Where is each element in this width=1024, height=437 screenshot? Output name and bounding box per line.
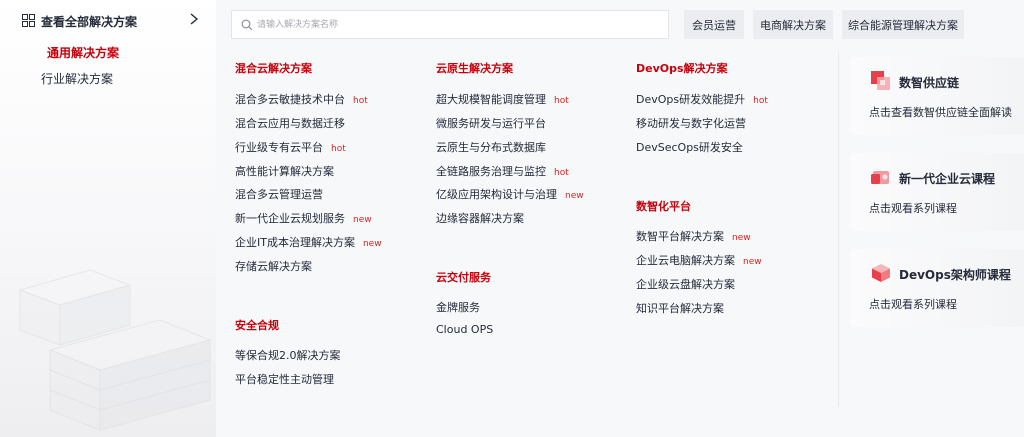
link-label: 存储云解决方案 bbox=[235, 260, 312, 273]
link-devops-2[interactable]: 移动研发与数字化运营 bbox=[636, 115, 746, 131]
link-label: 亿级应用架构设计与治理 bbox=[436, 188, 557, 201]
link-label: 知识平台解决方案 bbox=[636, 302, 724, 315]
link-cloudnative-2[interactable]: 微服务研发与运行平台 bbox=[436, 115, 546, 131]
link-label: 微服务研发与运行平台 bbox=[436, 117, 546, 130]
card-description: 点击观看系列课程 bbox=[869, 298, 957, 311]
link-label: 移动研发与数字化运营 bbox=[636, 117, 746, 130]
link-hybrid-2[interactable]: 混合云应用与数据迁移 bbox=[235, 115, 345, 131]
link-hybrid-3[interactable]: 行业级专有云平台 hot bbox=[235, 139, 346, 155]
card-title: DevOps架构师课程 bbox=[899, 268, 1011, 282]
link-label: 混合云应用与数据迁移 bbox=[235, 117, 345, 130]
link-label: 行业级专有云平台 bbox=[235, 141, 323, 154]
category-security-compliance: 安全合规 bbox=[235, 319, 279, 332]
link-delivery-1[interactable]: 金牌服务 bbox=[436, 299, 480, 315]
link-label: 平台稳定性主动管理 bbox=[235, 373, 334, 386]
link-security-1[interactable]: 等保合规2.0解决方案 bbox=[235, 347, 341, 363]
link-label: 云原生与分布式数据库 bbox=[436, 141, 546, 154]
cloud-course-icon bbox=[871, 171, 889, 184]
link-label: 边缘容器解决方案 bbox=[436, 212, 524, 225]
link-label: 企业级云盘解决方案 bbox=[636, 278, 735, 291]
card-title: 新一代企业云课程 bbox=[899, 172, 996, 186]
grid-icon bbox=[22, 14, 35, 27]
link-cloudnative-4[interactable]: 全链路服务治理与监控 hot bbox=[436, 163, 569, 179]
hot-badge: hot bbox=[554, 168, 569, 178]
link-hybrid-1[interactable]: 混合多云敏捷技术中台 hot bbox=[235, 91, 368, 107]
devops-course-icon bbox=[872, 264, 890, 282]
link-label: 高性能计算解决方案 bbox=[235, 165, 334, 178]
link-label: 企业云电脑解决方案 bbox=[636, 254, 735, 267]
supply-chain-icon bbox=[871, 71, 890, 90]
quick-tag-member-operations[interactable]: 会员运营 bbox=[684, 10, 744, 39]
search-icon bbox=[241, 19, 253, 31]
card-description: 点击观看系列课程 bbox=[869, 202, 957, 215]
link-hybrid-5[interactable]: 混合多云管理运营 bbox=[235, 186, 323, 202]
link-label: DevSecOps研发安全 bbox=[636, 141, 743, 154]
promo-card-supply-chain[interactable]: 数智供应链 点击查看数智供应链全面解读 bbox=[851, 57, 1024, 135]
link-digital-2[interactable]: 企业云电脑解决方案 new bbox=[636, 252, 762, 268]
link-devops-1[interactable]: DevOps研发效能提升 hot bbox=[636, 91, 768, 107]
link-cloudnative-3[interactable]: 云原生与分布式数据库 bbox=[436, 139, 546, 155]
sidebar-item-general-solutions[interactable]: 通用解决方案 bbox=[47, 44, 119, 61]
card-description: 点击查看数智供应链全面解读 bbox=[869, 106, 1012, 119]
new-badge: new bbox=[353, 215, 372, 225]
column-divider bbox=[838, 52, 839, 407]
link-label: 超大规模智能调度管理 bbox=[436, 93, 546, 106]
link-label: 金牌服务 bbox=[436, 301, 480, 314]
category-devops: DevOps解决方案 bbox=[636, 62, 728, 75]
link-label: 数智平台解决方案 bbox=[636, 230, 724, 243]
category-hybrid-cloud: 混合云解决方案 bbox=[235, 62, 312, 75]
link-label: Cloud OPS bbox=[436, 323, 494, 336]
link-hybrid-7[interactable]: 企业IT成本治理解决方案 new bbox=[235, 234, 382, 250]
link-label: 等保合规2.0解决方案 bbox=[235, 349, 341, 362]
server-stack-illustration bbox=[18, 269, 212, 431]
link-label: 混合多云敏捷技术中台 bbox=[235, 93, 345, 106]
hot-badge: hot bbox=[554, 96, 569, 106]
chevron-right-icon[interactable] bbox=[188, 12, 200, 26]
category-cloud-delivery: 云交付服务 bbox=[436, 271, 491, 284]
hot-badge: hot bbox=[753, 96, 768, 106]
category-cloud-native: 云原生解决方案 bbox=[436, 62, 513, 75]
quick-tag-energy-management[interactable]: 综合能源管理解决方案 bbox=[842, 10, 964, 39]
new-badge: new bbox=[732, 233, 751, 243]
new-badge: new bbox=[565, 191, 584, 201]
hot-badge: hot bbox=[331, 144, 346, 154]
promo-card-devops-architect-course[interactable]: DevOps架构师课程 点击观看系列课程 bbox=[851, 249, 1024, 327]
link-digital-3[interactable]: 企业级云盘解决方案 bbox=[636, 276, 735, 292]
search-box[interactable] bbox=[231, 10, 669, 39]
sidebar-item-industry-solutions[interactable]: 行业解决方案 bbox=[41, 70, 113, 87]
link-hybrid-8[interactable]: 存储云解决方案 bbox=[235, 258, 312, 274]
sidebar-title: 查看全部解决方案 bbox=[41, 15, 138, 29]
link-security-2[interactable]: 平台稳定性主动管理 bbox=[235, 371, 334, 387]
link-digital-4[interactable]: 知识平台解决方案 bbox=[636, 300, 724, 316]
link-digital-1[interactable]: 数智平台解决方案 new bbox=[636, 228, 751, 244]
hot-badge: hot bbox=[353, 96, 368, 106]
link-delivery-2[interactable]: Cloud OPS bbox=[436, 323, 493, 336]
sidebar-header[interactable]: 查看全部解决方案 bbox=[0, 0, 216, 42]
new-badge: new bbox=[362, 239, 382, 249]
quick-tag-ecommerce[interactable]: 电商解决方案 bbox=[753, 10, 833, 39]
link-cloudnative-1[interactable]: 超大规模智能调度管理 hot bbox=[436, 91, 569, 107]
sidebar: 查看全部解决方案 通用解决方案 行业解决方案 bbox=[0, 0, 216, 437]
promo-card-enterprise-cloud-course[interactable]: 新一代企业云课程 点击观看系列课程 bbox=[851, 153, 1024, 231]
link-cloudnative-5[interactable]: 亿级应用架构设计与治理 new bbox=[436, 186, 584, 202]
link-label: 混合多云管理运营 bbox=[235, 188, 323, 201]
card-title: 数智供应链 bbox=[899, 76, 960, 90]
link-label: 全链路服务治理与监控 bbox=[436, 165, 546, 178]
link-cloudnative-6[interactable]: 边缘容器解决方案 bbox=[436, 210, 524, 226]
link-label: 新一代企业云规划服务 bbox=[235, 212, 345, 225]
link-label: 企业IT成本治理解决方案 bbox=[235, 236, 355, 249]
link-hybrid-6[interactable]: 新一代企业云规划服务 new bbox=[235, 210, 372, 226]
category-digital-platform: 数智化平台 bbox=[636, 200, 691, 213]
search-input[interactable] bbox=[257, 15, 657, 35]
new-badge: new bbox=[743, 257, 762, 267]
link-devops-3[interactable]: DevSecOps研发安全 bbox=[636, 139, 743, 155]
link-hybrid-4[interactable]: 高性能计算解决方案 bbox=[235, 163, 334, 179]
link-label: DevOps研发效能提升 bbox=[636, 93, 746, 106]
